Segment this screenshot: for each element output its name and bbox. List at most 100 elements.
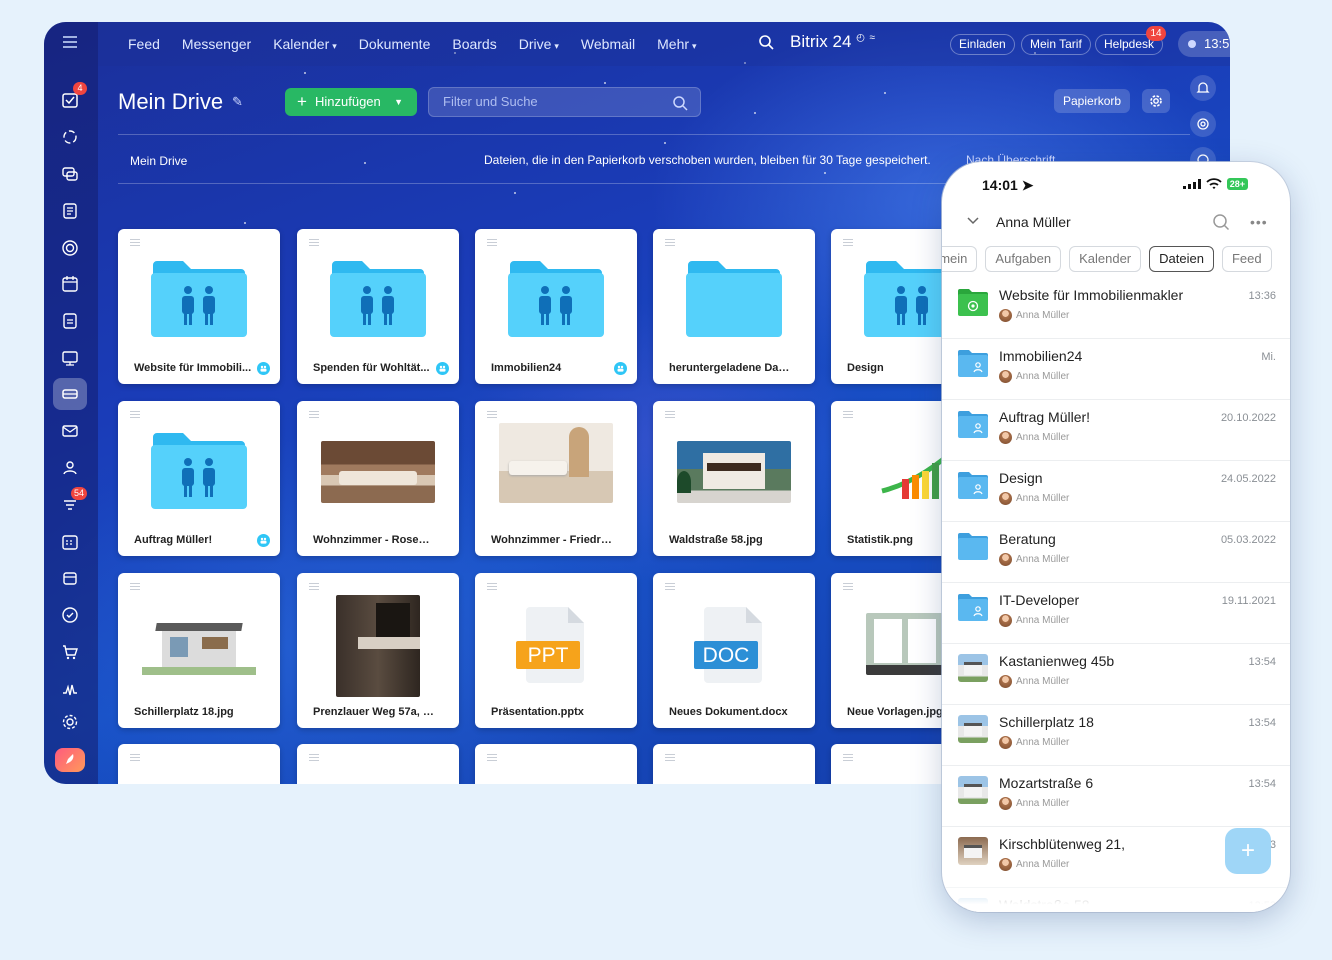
automation-icon[interactable] (53, 599, 87, 631)
file-card[interactable]: Immobilien24 (475, 229, 637, 384)
nav-messenger[interactable]: Messenger (182, 36, 251, 52)
breadcrumb[interactable]: Mein Drive (130, 154, 187, 168)
cart-icon[interactable] (53, 636, 87, 668)
phone-tab[interactable]: Aufgaben (985, 246, 1062, 272)
nav-dokumente[interactable]: Dokumente (359, 36, 431, 52)
copilot-icon[interactable] (1190, 111, 1216, 137)
phone-file-row[interactable]: Mozartstraße 6 Anna Müller 13:54 (942, 766, 1290, 827)
phone-file-row[interactable]: Beratung Anna Müller 05.03.2022 (942, 522, 1290, 583)
calendar-icon[interactable] (53, 268, 87, 300)
add-button[interactable]: + Hinzufügen ▼ (285, 88, 417, 116)
sync-icon[interactable] (53, 121, 87, 153)
gear-icon[interactable] (1142, 89, 1170, 113)
nav-mehr[interactable]: Mehr ▾ (657, 36, 696, 52)
documents-icon[interactable] (53, 195, 87, 227)
drag-handle-icon[interactable] (843, 583, 853, 592)
add-fab-button[interactable]: + (1225, 828, 1271, 874)
chat-icon[interactable] (53, 158, 87, 190)
phone-file-owner: Anna Müller (999, 492, 1069, 505)
nav-drive[interactable]: Drive ▾ (519, 36, 559, 52)
more-icon[interactable]: ••• (1250, 214, 1268, 230)
file-card[interactable]: PPT Präsentation.pptx (475, 573, 637, 728)
nav-boards[interactable]: Boards (452, 36, 496, 52)
nav-feed[interactable]: Feed (128, 36, 160, 52)
chevron-down-icon[interactable] (966, 216, 980, 226)
file-card-partial[interactable] (118, 744, 280, 784)
file-card[interactable]: Website für Immobili... (118, 229, 280, 384)
rocket-icon[interactable] (55, 748, 85, 772)
tariff-button[interactable]: Mein Tarif (1021, 34, 1091, 55)
file-card-partial[interactable] (653, 744, 815, 784)
drag-handle-icon[interactable] (130, 411, 140, 420)
file-card[interactable]: Wohnzimmer - Friedric... (475, 401, 637, 556)
file-card[interactable]: Waldstraße 58.jpg (653, 401, 815, 556)
drive-icon[interactable] (53, 378, 87, 410)
schedule-icon[interactable] (53, 526, 87, 558)
search-icon[interactable] (672, 95, 688, 111)
pin-icon[interactable]: ✎ (232, 94, 243, 110)
file-thumbnail (151, 259, 247, 342)
drag-handle-icon[interactable] (130, 754, 140, 763)
file-icon[interactable] (53, 305, 87, 337)
drag-handle-icon[interactable] (843, 411, 853, 420)
target-icon[interactable] (53, 232, 87, 264)
analytics-icon[interactable] (53, 672, 87, 704)
drag-handle-icon[interactable] (665, 411, 675, 420)
drag-handle-icon[interactable] (130, 583, 140, 592)
invite-button[interactable]: Einladen (950, 34, 1015, 55)
file-card[interactable]: Schillerplatz 18.jpg (118, 573, 280, 728)
file-card[interactable]: DOC Neues Dokument.docx (653, 573, 815, 728)
phone-file-row[interactable]: Kastanienweg 45b Anna Müller 13:54 (942, 644, 1290, 705)
file-card[interactable]: Spenden für Wohltät... (297, 229, 459, 384)
nav-kalender[interactable]: Kalender ▾ (273, 36, 337, 52)
drag-handle-icon[interactable] (665, 754, 675, 763)
drag-handle-icon[interactable] (487, 239, 497, 248)
phone-file-row[interactable]: IT-Developer Anna Müller 19.11.2021 (942, 583, 1290, 644)
drag-handle-icon[interactable] (487, 583, 497, 592)
phone-file-row[interactable]: Design Anna Müller 24.05.2022 (942, 461, 1290, 522)
phone-file-row[interactable]: Website für Immobilienmakler Anna Müller 1… (942, 278, 1290, 339)
file-card[interactable]: Wohnzimmer - Rosenall... (297, 401, 459, 556)
phone-tab[interactable]: Kalender (1069, 246, 1142, 272)
brand-logo[interactable]: Bitrix 24 ◴ ≈ (790, 32, 875, 52)
phone-file-row[interactable]: Schillerplatz 18 Anna Müller 13:54 (942, 705, 1290, 766)
nav-webmail[interactable]: Webmail (581, 36, 635, 52)
store-icon[interactable] (53, 562, 87, 594)
file-card-partial[interactable] (297, 744, 459, 784)
trash-button[interactable]: Papierkorb (1054, 89, 1131, 113)
phone-tab[interactable]: Feed (1221, 246, 1272, 272)
drag-handle-icon[interactable] (309, 239, 319, 248)
bell-icon[interactable] (1190, 75, 1216, 101)
drag-handle-icon[interactable] (665, 239, 675, 248)
worktime-clock[interactable]: 13:57 (1178, 31, 1230, 57)
phone-file-row[interactable]: Auftrag Müller! Anna Müller 20.10.2022 (942, 400, 1290, 461)
search-icon[interactable] (1212, 213, 1230, 231)
phone-file-row[interactable]: Immobilien24 Anna Müller Mi. (942, 339, 1290, 400)
phone-file-owner: Anna Müller (999, 370, 1069, 383)
phone-user-name[interactable]: Anna Müller (996, 214, 1071, 230)
drag-handle-icon[interactable] (665, 583, 675, 592)
file-card[interactable]: Auftrag Müller! (118, 401, 280, 556)
drag-handle-icon[interactable] (309, 411, 319, 420)
drag-handle-icon[interactable] (843, 239, 853, 248)
file-card-partial[interactable] (475, 744, 637, 784)
drag-handle-icon[interactable] (309, 583, 319, 592)
contacts-icon[interactable] (53, 452, 87, 484)
menu-icon[interactable] (53, 26, 87, 58)
file-card[interactable]: Prenzlauer Weg 57a, 10... (297, 573, 459, 728)
feed-icon[interactable]: 54 (53, 487, 87, 521)
file-card[interactable]: heruntergeladene Datei... (653, 229, 815, 384)
drag-handle-icon[interactable] (487, 754, 497, 763)
tasks-icon[interactable]: 4 (53, 82, 87, 116)
boards-icon[interactable] (53, 342, 87, 374)
settings-icon[interactable] (53, 706, 87, 738)
drag-handle-icon[interactable] (487, 411, 497, 420)
phone-tab[interactable]: emein (942, 246, 978, 272)
drag-handle-icon[interactable] (309, 754, 319, 763)
mail-icon[interactable] (53, 415, 87, 447)
drag-handle-icon[interactable] (843, 754, 853, 763)
drag-handle-icon[interactable] (130, 239, 140, 248)
phone-tab[interactable]: Dateien (1149, 246, 1214, 272)
filter-search-input[interactable]: Filter und Suche (428, 87, 701, 117)
search-icon[interactable] (758, 34, 774, 55)
